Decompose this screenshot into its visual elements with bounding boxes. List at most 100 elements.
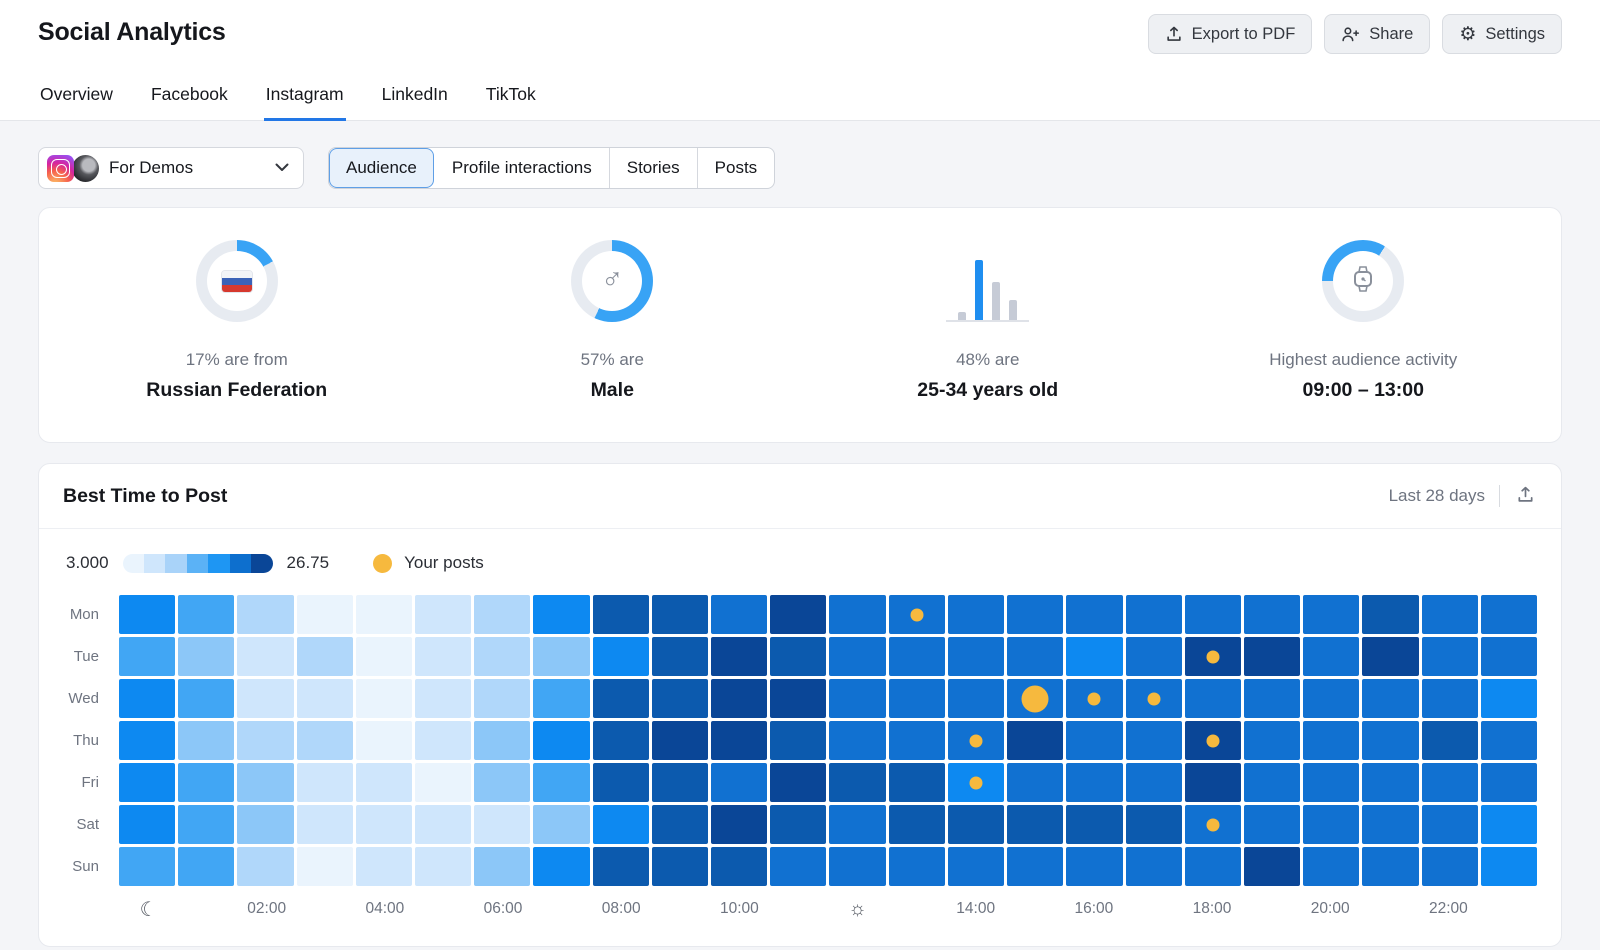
- heatmap-cell[interactable]: [415, 637, 471, 676]
- tab-linkedin[interactable]: LinkedIn: [380, 78, 450, 121]
- heatmap-cell[interactable]: [178, 679, 234, 718]
- heatmap-cell[interactable]: [474, 721, 530, 760]
- heatmap-cell[interactable]: [652, 637, 708, 676]
- heatmap-cell[interactable]: [1303, 763, 1359, 802]
- heatmap-cell[interactable]: [119, 721, 175, 760]
- heatmap-cell[interactable]: [948, 763, 1004, 802]
- heatmap-cell[interactable]: [829, 721, 885, 760]
- heatmap-cell[interactable]: [119, 595, 175, 634]
- heatmap-cell[interactable]: [1066, 637, 1122, 676]
- heatmap-cell[interactable]: [1422, 847, 1478, 886]
- heatmap-cell[interactable]: [1185, 679, 1241, 718]
- heatmap-cell[interactable]: [297, 805, 353, 844]
- heatmap-cell[interactable]: [178, 637, 234, 676]
- heatmap-cell[interactable]: [474, 595, 530, 634]
- heatmap-cell[interactable]: [770, 679, 826, 718]
- heatmap-cell[interactable]: [297, 595, 353, 634]
- heatmap-cell[interactable]: [1007, 637, 1063, 676]
- heatmap-cell[interactable]: [711, 805, 767, 844]
- heatmap-cell[interactable]: [1007, 595, 1063, 634]
- heatmap-cell[interactable]: [1066, 595, 1122, 634]
- heatmap-cell[interactable]: [237, 637, 293, 676]
- heatmap-cell[interactable]: [593, 805, 649, 844]
- heatmap-cell[interactable]: [474, 847, 530, 886]
- heatmap-cell[interactable]: [474, 763, 530, 802]
- heatmap-cell[interactable]: [1362, 679, 1418, 718]
- heatmap-cell[interactable]: [1007, 679, 1063, 718]
- heatmap-cell[interactable]: [1126, 679, 1182, 718]
- heatmap-cell[interactable]: [948, 637, 1004, 676]
- heatmap-cell[interactable]: [770, 637, 826, 676]
- heatmap-cell[interactable]: [415, 763, 471, 802]
- heatmap-cell[interactable]: [1126, 763, 1182, 802]
- heatmap-cell[interactable]: [1066, 847, 1122, 886]
- heatmap-cell[interactable]: [533, 679, 589, 718]
- heatmap-cell[interactable]: [1303, 805, 1359, 844]
- heatmap-cell[interactable]: [1185, 721, 1241, 760]
- heatmap-cell[interactable]: [356, 721, 412, 760]
- your-post-dot[interactable]: [910, 608, 923, 621]
- segment-stories[interactable]: Stories: [609, 148, 697, 188]
- your-post-dot[interactable]: [1088, 692, 1101, 705]
- tab-tiktok[interactable]: TikTok: [484, 78, 538, 121]
- heatmap-cell[interactable]: [1185, 847, 1241, 886]
- heatmap-cell[interactable]: [1126, 721, 1182, 760]
- heatmap-cell[interactable]: [711, 679, 767, 718]
- heatmap-cell[interactable]: [297, 763, 353, 802]
- heatmap-cell[interactable]: [652, 679, 708, 718]
- heatmap-cell[interactable]: [1066, 721, 1122, 760]
- heatmap-cell[interactable]: [119, 847, 175, 886]
- heatmap-cell[interactable]: [652, 721, 708, 760]
- heatmap-cell[interactable]: [1185, 763, 1241, 802]
- heatmap-cell[interactable]: [593, 721, 649, 760]
- heatmap-cell[interactable]: [711, 721, 767, 760]
- heatmap-cell[interactable]: [1244, 679, 1300, 718]
- heatmap-cell[interactable]: [1481, 721, 1537, 760]
- heatmap-cell[interactable]: [1185, 637, 1241, 676]
- heatmap-cell[interactable]: [415, 595, 471, 634]
- heatmap-cell[interactable]: [237, 847, 293, 886]
- heatmap-cell[interactable]: [178, 721, 234, 760]
- heatmap-cell[interactable]: [237, 679, 293, 718]
- heatmap-cell[interactable]: [1185, 805, 1241, 844]
- settings-button[interactable]: ⚙ Settings: [1442, 14, 1562, 54]
- heatmap-cell[interactable]: [1244, 595, 1300, 634]
- heatmap-cell[interactable]: [829, 637, 885, 676]
- heatmap-cell[interactable]: [889, 679, 945, 718]
- heatmap-cell[interactable]: [889, 805, 945, 844]
- heatmap-cell[interactable]: [1185, 595, 1241, 634]
- heatmap-cell[interactable]: [533, 805, 589, 844]
- heatmap-cell[interactable]: [178, 847, 234, 886]
- heatmap-cell[interactable]: [770, 595, 826, 634]
- heatmap-cell[interactable]: [1244, 637, 1300, 676]
- heatmap-cell[interactable]: [297, 721, 353, 760]
- heatmap-cell[interactable]: [1362, 805, 1418, 844]
- heatmap-cell[interactable]: [1362, 847, 1418, 886]
- heatmap-cell[interactable]: [119, 637, 175, 676]
- your-post-dot[interactable]: [970, 776, 983, 789]
- heatmap-cell[interactable]: [533, 721, 589, 760]
- heatmap-cell[interactable]: [1422, 637, 1478, 676]
- heatmap-cell[interactable]: [178, 805, 234, 844]
- segment-profile-interactions[interactable]: Profile interactions: [434, 148, 609, 188]
- heatmap-cell[interactable]: [889, 763, 945, 802]
- your-post-dot[interactable]: [1206, 650, 1219, 663]
- heatmap-cell[interactable]: [770, 763, 826, 802]
- heatmap-cell[interactable]: [1422, 679, 1478, 718]
- heatmap-cell[interactable]: [356, 595, 412, 634]
- heatmap-cell[interactable]: [1126, 637, 1182, 676]
- heatmap-cell[interactable]: [1303, 679, 1359, 718]
- heatmap-cell[interactable]: [415, 847, 471, 886]
- heatmap-cell[interactable]: [948, 847, 1004, 886]
- heatmap-cell[interactable]: [948, 595, 1004, 634]
- segment-audience[interactable]: Audience: [329, 148, 434, 188]
- heatmap-cell[interactable]: [770, 805, 826, 844]
- heatmap-cell[interactable]: [178, 763, 234, 802]
- heatmap-cell[interactable]: [593, 679, 649, 718]
- heatmap-cell[interactable]: [1244, 721, 1300, 760]
- heatmap-cell[interactable]: [1007, 805, 1063, 844]
- heatmap-cell[interactable]: [1066, 805, 1122, 844]
- heatmap-cell[interactable]: [119, 679, 175, 718]
- heatmap-cell[interactable]: [829, 805, 885, 844]
- heatmap-cell[interactable]: [593, 847, 649, 886]
